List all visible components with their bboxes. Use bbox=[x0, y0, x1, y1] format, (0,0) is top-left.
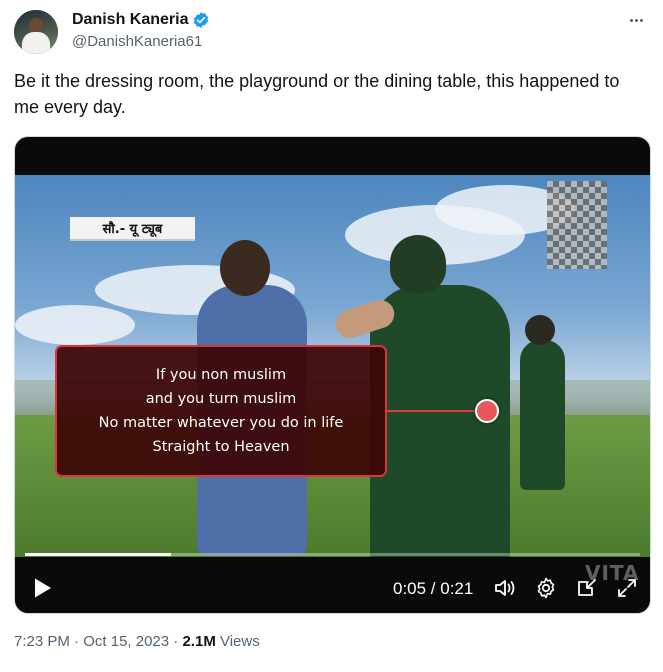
verified-badge-icon bbox=[194, 12, 209, 28]
gear-icon[interactable] bbox=[534, 576, 558, 600]
blurred-logo bbox=[547, 181, 607, 269]
fullscreen-icon[interactable] bbox=[615, 576, 639, 600]
meta-separator: · bbox=[69, 633, 84, 650]
caption-connector bbox=[387, 410, 487, 412]
caption-box: If you non muslim and you turn muslim No… bbox=[55, 345, 387, 477]
tweet-date[interactable]: Oct 15, 2023 bbox=[83, 633, 169, 650]
avatar[interactable] bbox=[14, 10, 58, 54]
caption-line: and you turn muslim bbox=[145, 391, 297, 407]
progress-bar[interactable] bbox=[25, 553, 640, 556]
player-figure bbox=[520, 340, 565, 490]
tweet-meta: 7:23 PM · Oct 15, 2023 · 2.1M Views bbox=[14, 633, 260, 650]
progress-fill bbox=[25, 553, 172, 556]
tweet-header: Danish Kaneria @DanishKaneria61 bbox=[14, 10, 649, 54]
video-controls: 0:05 / 0:21 VITA bbox=[15, 559, 650, 613]
play-icon[interactable] bbox=[33, 577, 53, 599]
views-count[interactable]: 2.1M bbox=[182, 633, 215, 650]
more-icon[interactable] bbox=[623, 10, 649, 30]
tweet-time[interactable]: 7:23 PM bbox=[14, 633, 70, 650]
video-player[interactable]: सौ.- यू ट्यूब If you non muslim and you … bbox=[14, 136, 651, 614]
caption-dot bbox=[475, 399, 499, 423]
handle[interactable]: @DanishKaneria61 bbox=[72, 33, 210, 50]
channel-banner: सौ.- यू ट्यूब bbox=[70, 217, 195, 241]
tweet-text: Be it the dressing room, the playground … bbox=[14, 71, 620, 117]
caption-line: Straight to Heaven bbox=[152, 439, 290, 455]
time-label: 0:05 / 0:21 bbox=[393, 579, 474, 598]
caption-line: No matter whatever you do in life bbox=[98, 415, 344, 431]
author-info: Danish Kaneria @DanishKaneria61 bbox=[72, 11, 210, 50]
views-label: Views bbox=[215, 633, 260, 650]
display-name-row: Danish Kaneria bbox=[72, 11, 210, 29]
video-frame[interactable]: सौ.- यू ट्यूब If you non muslim and you … bbox=[15, 175, 650, 557]
caption-line: If you non muslim bbox=[155, 367, 287, 383]
meta-separator: · bbox=[169, 633, 183, 650]
volume-icon[interactable] bbox=[493, 576, 517, 600]
display-name[interactable]: Danish Kaneria bbox=[72, 11, 188, 29]
